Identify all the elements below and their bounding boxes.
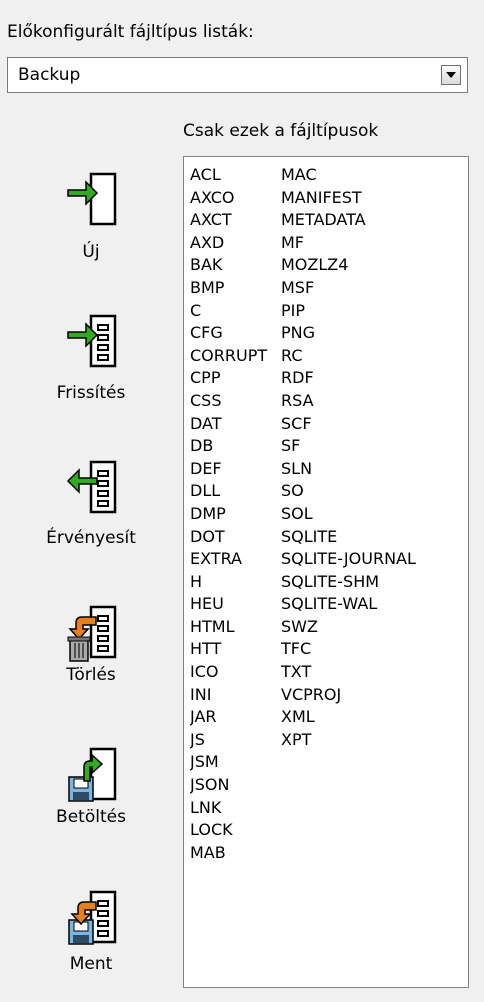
load-button-label: Betöltés xyxy=(56,807,126,827)
file-type-item[interactable]: HEU xyxy=(190,593,280,616)
file-type-item[interactable]: JS xyxy=(190,729,280,752)
file-type-item[interactable]: MF xyxy=(281,232,416,255)
file-type-item[interactable]: DAT xyxy=(190,413,280,436)
file-type-item[interactable]: EXTRA xyxy=(190,548,280,571)
file-type-item[interactable]: HTML xyxy=(190,616,280,639)
file-type-item[interactable]: SLN xyxy=(281,458,416,481)
file-type-item[interactable]: CSS xyxy=(190,390,280,413)
file-type-item[interactable]: PNG xyxy=(281,322,416,345)
preset-list-dropdown[interactable]: Backup xyxy=(7,57,468,93)
file-type-item[interactable]: VCPROJ xyxy=(281,684,416,707)
file-type-item[interactable]: AXD xyxy=(190,232,280,255)
file-type-list-caption: Csak ezek a fájltípusok xyxy=(183,121,379,141)
file-type-item[interactable]: DOT xyxy=(190,526,280,549)
file-type-item[interactable]: SF xyxy=(281,435,416,458)
update-button[interactable]: Frissítés xyxy=(0,312,182,412)
file-type-list[interactable]: ACL AXCO AXCT AXD BAK BMP C CFG CORRUPT CPP CSS DAT… xyxy=(183,156,469,988)
file-type-item[interactable]: JSON xyxy=(190,774,280,797)
file-type-item[interactable]: XPT xyxy=(281,729,416,752)
new-button-label: Új xyxy=(82,242,100,262)
file-type-item[interactable]: BMP xyxy=(190,277,280,300)
file-type-item[interactable]: DLL xyxy=(190,480,280,503)
preset-list-label: Előkonfigurált fájltípus listák: xyxy=(7,22,254,42)
load-button[interactable]: Betöltés xyxy=(0,745,182,845)
file-type-item[interactable]: BAK xyxy=(190,254,280,277)
file-type-item[interactable]: CPP xyxy=(190,367,280,390)
save-list-icon xyxy=(66,888,117,948)
file-type-item[interactable]: H xyxy=(190,571,280,594)
file-type-item[interactable]: SO xyxy=(281,480,416,503)
file-type-item[interactable]: SCF xyxy=(281,413,416,436)
update-document-icon xyxy=(66,312,117,372)
load-document-icon xyxy=(66,745,117,805)
file-type-item[interactable]: AXCT xyxy=(190,209,280,232)
new-button[interactable]: Új xyxy=(0,170,182,270)
file-type-item[interactable]: AXCO xyxy=(190,187,280,210)
apply-button-label: Érvényesít xyxy=(46,528,136,548)
file-type-item[interactable]: ACL xyxy=(190,164,280,187)
preset-selected-value: Backup xyxy=(18,65,81,85)
file-type-item[interactable]: SQLITE-SHM xyxy=(281,571,416,594)
file-type-item[interactable]: XML xyxy=(281,706,416,729)
file-type-column-1: ACL AXCO AXCT AXD BAK BMP C CFG CORRUPT CPP CSS DAT… xyxy=(190,164,280,864)
file-type-item[interactable]: MAB xyxy=(190,842,280,865)
file-type-item[interactable]: CFG xyxy=(190,322,280,345)
file-type-item[interactable]: MANIFEST xyxy=(281,187,416,210)
file-type-column-2: MAC MANIFEST METADATA MF MOZLZ4 MSF PIP PNG RC RD… xyxy=(281,164,416,751)
apply-document-icon xyxy=(66,458,117,518)
file-type-item[interactable]: MSF xyxy=(281,277,416,300)
file-type-item[interactable]: LOCK xyxy=(190,819,280,842)
file-type-item[interactable]: HTT xyxy=(190,638,280,661)
save-button-label: Ment xyxy=(69,954,113,974)
file-type-item[interactable]: METADATA xyxy=(281,209,416,232)
save-button[interactable]: Ment xyxy=(0,888,182,988)
file-type-item[interactable]: DEF xyxy=(190,458,280,481)
file-type-item[interactable]: INI xyxy=(190,684,280,707)
file-type-item[interactable]: DMP xyxy=(190,503,280,526)
new-document-icon xyxy=(66,170,117,230)
file-type-item[interactable]: SOL xyxy=(281,503,416,526)
delete-button[interactable]: Törlés xyxy=(0,603,182,703)
file-type-item[interactable]: SQLITE-JOURNAL xyxy=(281,548,416,571)
file-type-item[interactable]: RDF xyxy=(281,367,416,390)
file-type-item[interactable]: PIP xyxy=(281,300,416,323)
apply-button[interactable]: Érvényesít xyxy=(0,458,182,558)
file-type-item[interactable]: RSA xyxy=(281,390,416,413)
file-type-item[interactable]: SQLITE xyxy=(281,526,416,549)
file-type-item[interactable]: SQLITE-WAL xyxy=(281,593,416,616)
file-type-item[interactable]: C xyxy=(190,300,280,323)
file-type-item[interactable]: LNK xyxy=(190,797,280,820)
file-type-item[interactable]: JSM xyxy=(190,751,280,774)
file-type-item[interactable]: MOZLZ4 xyxy=(281,254,416,277)
file-type-item[interactable]: TXT xyxy=(281,661,416,684)
file-type-item[interactable]: TFC xyxy=(281,638,416,661)
update-button-label: Frissítés xyxy=(56,383,126,403)
file-type-item[interactable]: JAR xyxy=(190,706,280,729)
dropdown-arrow-icon[interactable] xyxy=(441,65,461,85)
delete-list-icon xyxy=(66,603,117,663)
file-type-item[interactable]: SWZ xyxy=(281,616,416,639)
file-type-item[interactable]: ICO xyxy=(190,661,280,684)
file-type-item[interactable]: DB xyxy=(190,435,280,458)
file-type-item[interactable]: RC xyxy=(281,345,416,368)
file-type-item[interactable]: CORRUPT xyxy=(190,345,280,368)
file-type-item[interactable]: MAC xyxy=(281,164,416,187)
delete-button-label: Törlés xyxy=(66,665,116,685)
